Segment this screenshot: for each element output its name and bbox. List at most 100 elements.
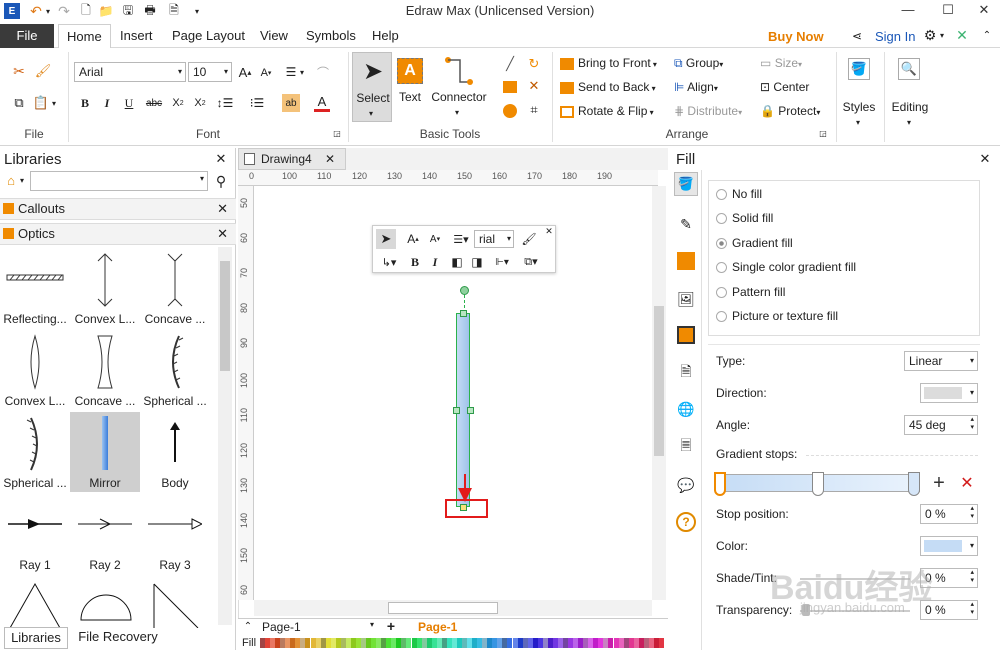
mini-select-icon[interactable]: ➤	[376, 229, 396, 249]
mini-format-painter-icon[interactable]: 🖌	[520, 229, 538, 249]
fill-option-gradient[interactable]: Gradient fill	[716, 236, 916, 252]
vertical-scrollbar[interactable]	[652, 186, 666, 600]
page-selector[interactable]: Page-1 ▾	[262, 620, 374, 634]
mini-close-icon[interactable]: ✕	[544, 226, 554, 236]
home-icon[interactable]: ⌂	[4, 173, 18, 188]
close-icon[interactable]: ✕	[217, 199, 228, 219]
fill-option-solid[interactable]: Solid fill	[716, 211, 916, 227]
bring-to-front-button[interactable]: Bring to Front ▾	[560, 56, 670, 74]
superscript-icon[interactable]: X2	[192, 94, 208, 112]
direction-select[interactable]: ▾	[920, 383, 978, 403]
close-icon[interactable]: ✕	[978, 151, 992, 166]
resize-handle-right[interactable]	[467, 407, 474, 414]
shape-half-disc[interactable]	[70, 578, 140, 628]
note-icon[interactable]: 🗏	[674, 436, 698, 458]
tab-view[interactable]: View	[252, 24, 296, 48]
shape-ray-1[interactable]: Ray 1	[0, 494, 70, 574]
mini-font-select[interactable]: rial ▾	[474, 230, 514, 248]
fill-option-single-color-gradient[interactable]: Single color gradient fill	[716, 260, 916, 276]
maximize-button[interactable]: ☐	[930, 0, 966, 22]
collapse-ribbon-icon[interactable]: ⌃	[980, 27, 994, 43]
tab-file[interactable]: File	[0, 24, 54, 48]
protect-button[interactable]: 🔒 Protect▾	[760, 104, 830, 122]
distribute-button[interactable]: ⋕ Distribute▾	[674, 104, 756, 122]
bold-icon[interactable]: B	[78, 94, 92, 112]
shape-ray-2[interactable]: Ray 2	[70, 494, 140, 574]
settings-gear-icon[interactable]: ⚙	[922, 26, 938, 44]
gradient-stop-handle-middle[interactable]	[812, 472, 824, 496]
page-tab-active[interactable]: Page-1	[418, 620, 457, 634]
fill-option-pattern[interactable]: Pattern fill	[716, 285, 916, 301]
text-direction-icon[interactable]: ⌒	[312, 62, 334, 82]
highlight-color-icon[interactable]: ab	[282, 94, 300, 112]
document-tab[interactable]: Drawing4 ✕	[238, 148, 346, 170]
shape-convex-lens-arrow[interactable]: Convex L...	[70, 248, 140, 328]
radio-button[interactable]	[716, 287, 727, 298]
grow-font-icon[interactable]: A ▴	[236, 62, 254, 82]
copy-icon[interactable]: ⧉	[10, 94, 28, 112]
font-size-select[interactable]: 10 ▾	[188, 62, 232, 82]
shape-mirror[interactable]: Mirror	[70, 412, 140, 492]
arc-tool-icon[interactable]: ↻	[526, 56, 542, 72]
paste-icon[interactable]: 📋	[32, 94, 50, 112]
brand-x-icon[interactable]: ✕	[954, 27, 970, 43]
globe-icon[interactable]: 🌐	[674, 398, 698, 420]
mini-more-icon[interactable]: ⧉▾	[518, 252, 544, 272]
page-up-icon[interactable]: ⌃	[242, 619, 254, 633]
add-page-icon[interactable]: +	[384, 618, 398, 634]
text-tool-button[interactable]: A Text	[394, 52, 426, 122]
fill-option-none[interactable]: No fill	[716, 187, 916, 203]
mini-shrink-font-icon[interactable]: A ▾	[426, 229, 444, 249]
horizontal-scrollbar[interactable]	[254, 600, 652, 616]
library-section-callouts[interactable]: Callouts ✕	[0, 198, 236, 220]
fill-option-picture[interactable]: Picture or texture fill	[716, 309, 916, 325]
rectangle-tool-icon[interactable]	[503, 81, 517, 93]
resize-handle-left[interactable]	[453, 407, 460, 414]
home-dropdown-icon[interactable]: ▾	[18, 173, 26, 187]
mini-connector-icon[interactable]: ↳▾	[378, 252, 400, 272]
styles-button[interactable]: 🪣 Styles ▾	[840, 54, 878, 134]
libraries-bottom-tab[interactable]: Libraries	[4, 627, 68, 649]
line-style-icon[interactable]: ✎	[674, 212, 698, 236]
comment-icon[interactable]: 💬	[674, 474, 698, 496]
type-select[interactable]: Linear ▾	[904, 351, 978, 371]
radio-button[interactable]	[716, 213, 727, 224]
shape-reflecting-surface[interactable]: Reflecting...	[0, 248, 70, 328]
library-scrollbar[interactable]	[218, 247, 232, 625]
shape-spherical-mirror-2[interactable]: Spherical ...	[0, 412, 70, 492]
gradient-stop-handle-left[interactable]	[714, 472, 726, 496]
mini-align-icon[interactable]: ☰▾	[450, 229, 472, 249]
select-tool-button[interactable]: ➤ Select ▾	[352, 52, 392, 122]
color-picker[interactable]: ▾	[920, 536, 978, 556]
cut-icon[interactable]: ✂	[10, 62, 28, 80]
search-icon[interactable]: ⚲	[213, 172, 229, 190]
page-icon[interactable]: 🗎	[674, 362, 698, 384]
line-spacing-icon[interactable]: ↕☰	[216, 94, 234, 112]
strikethrough-icon[interactable]: abc	[144, 94, 164, 112]
italic-icon[interactable]: I	[100, 94, 114, 112]
paste-dropdown-icon[interactable]: ▾	[50, 94, 58, 112]
editing-button[interactable]: 🔍 Editing ▾	[888, 54, 932, 134]
add-stop-icon[interactable]: +	[930, 472, 948, 494]
arrange-dialog-launcher-icon[interactable]: ◲	[818, 128, 828, 138]
shrink-font-icon[interactable]: A ▾	[258, 63, 274, 83]
minimize-button[interactable]: —	[890, 0, 926, 22]
tab-page-layout[interactable]: Page Layout	[164, 24, 253, 48]
fill-bucket-icon[interactable]: 🪣	[674, 172, 698, 196]
shadow-icon[interactable]	[677, 252, 695, 270]
scrollbar-thumb[interactable]	[388, 602, 498, 614]
center-button[interactable]: ⊡ Center	[760, 80, 826, 98]
library-search-input[interactable]: ▾	[30, 171, 208, 191]
mini-distribute-icon[interactable]: ⊩▾	[490, 252, 514, 272]
shape-concave-lens[interactable]: Concave ...	[70, 330, 140, 410]
font-dialog-launcher-icon[interactable]: ◲	[332, 128, 342, 138]
ellipse-tool-icon[interactable]	[503, 104, 517, 118]
format-painter-icon[interactable]: 🖌	[34, 62, 52, 80]
buy-now-link[interactable]: Buy Now	[768, 29, 824, 44]
mini-italic-icon[interactable]: I	[428, 252, 442, 272]
radio-button[interactable]	[716, 311, 727, 322]
radio-button[interactable]	[716, 262, 727, 273]
shape-convex-lens[interactable]: Convex L...	[0, 330, 70, 410]
layers-icon[interactable]	[677, 326, 695, 344]
image-icon[interactable]: 🖼	[674, 288, 698, 310]
